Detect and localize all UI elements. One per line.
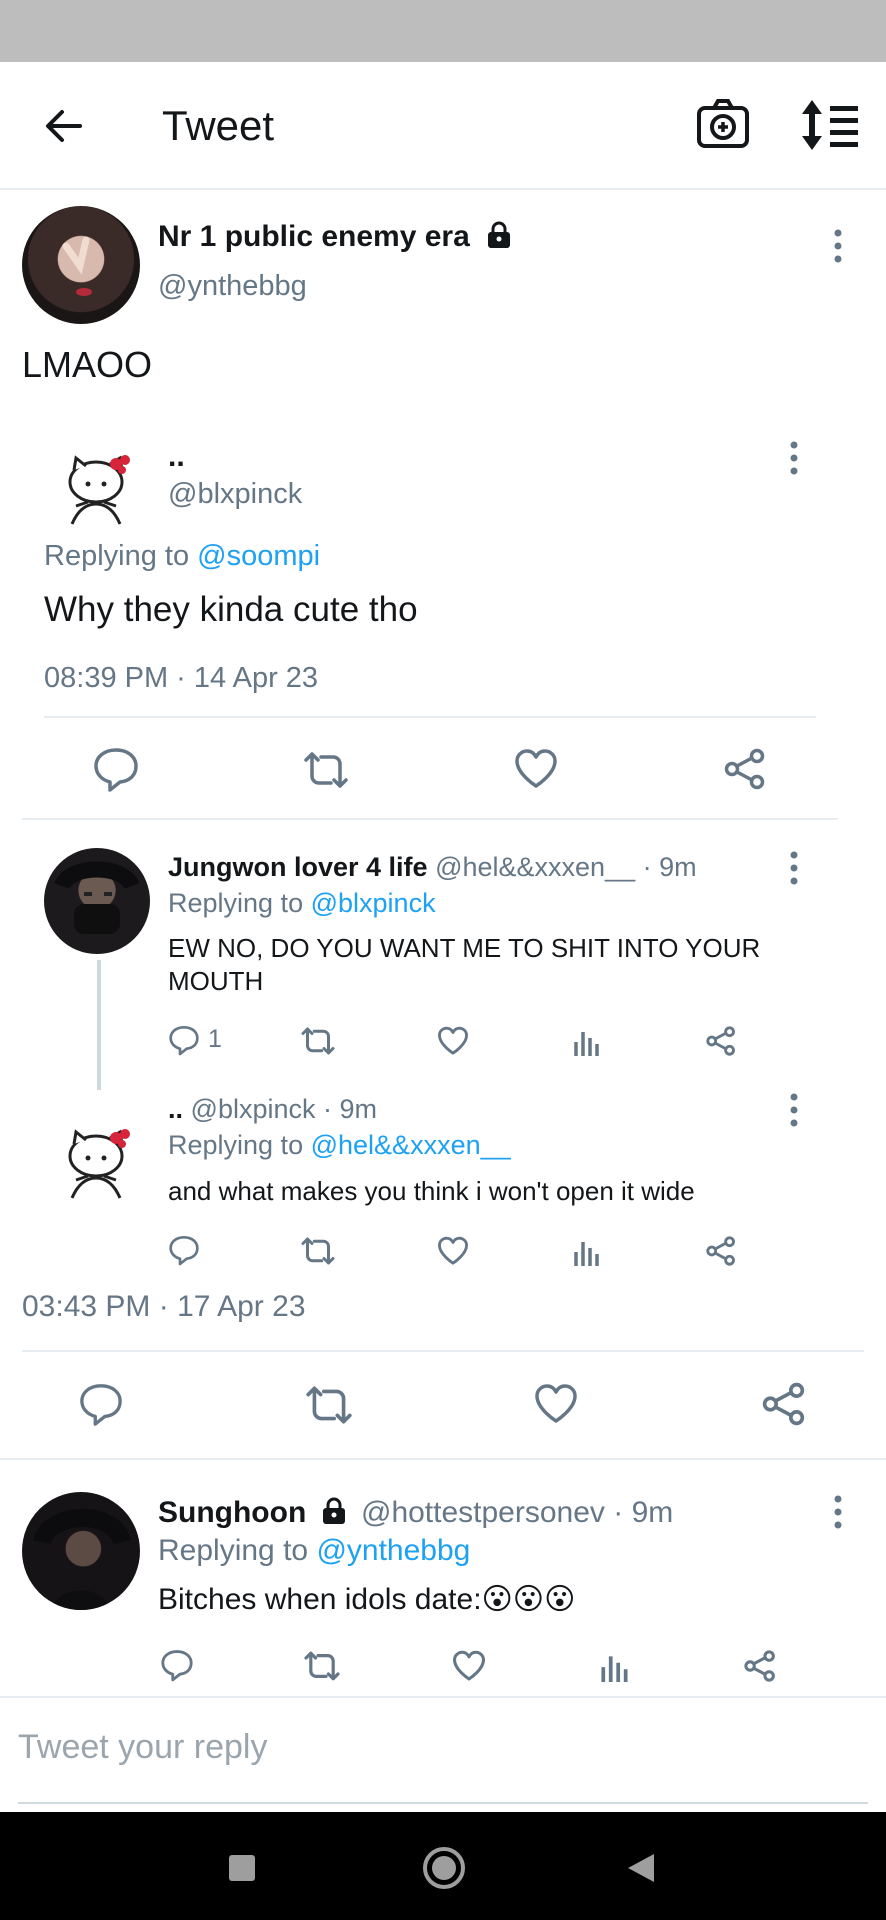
sort-icon[interactable] [800,98,860,152]
like-icon[interactable] [514,748,558,790]
divider [44,716,816,718]
handle[interactable]: @blxpinck [168,478,302,511]
recent-apps-icon[interactable] [228,1854,256,1882]
tweet-text: LMAOO [22,344,153,385]
mention-link[interactable]: @hel&&xxxen__ [311,1130,511,1160]
replying-to-label: Replying to [158,1534,309,1567]
tweet-text: Bitches when idols date:😮😮😮 [158,1583,576,1616]
handle[interactable]: @ynthebbg [158,270,307,303]
reply-icon[interactable] [160,1648,194,1682]
reply-icon[interactable] [78,1382,124,1426]
share-icon[interactable] [762,1382,806,1426]
lock-icon [488,221,511,248]
tweet-text: Why they kinda cute tho [44,590,418,629]
camera-add-icon[interactable] [696,98,750,150]
reply-composer[interactable]: Tweet your reply [0,1696,886,1808]
reply-header: Jungwon lover 4 life @hel&&xxxen__ · 9m [168,852,697,883]
page-title: Tweet [162,102,275,149]
replying-to-label: Replying to [168,1130,304,1160]
replying-to: Replying to @hel&&xxxen__ [168,1130,511,1161]
top-app-bar: Tweet [0,62,886,190]
display-name[interactable]: .. [168,440,185,474]
avatar[interactable] [22,206,140,324]
thread-line [97,960,101,1090]
more-options-icon[interactable] [830,228,846,264]
reply-icon[interactable] [168,1234,200,1266]
more-options-icon[interactable] [786,440,802,476]
like-icon[interactable] [437,1236,469,1266]
retweet-icon[interactable] [302,1650,342,1682]
share-icon[interactable] [744,1650,776,1682]
hello-kitty-avatar[interactable] [58,1122,140,1204]
retweet-icon[interactable] [300,1236,336,1266]
tweet-text: EW NO, DO YOU WANT ME TO SHIT INTO YOUR … [168,933,761,996]
replying-to: Replying to @soompi [44,540,320,573]
like-icon[interactable] [452,1650,486,1682]
display-name-text: Nr 1 public enemy era [158,220,470,253]
hello-kitty-avatar[interactable] [58,448,140,530]
replying-to: Replying to @ynthebbg [158,1534,470,1568]
display-name[interactable]: Jungwon lover 4 life [168,852,428,882]
avatar[interactable] [44,848,150,954]
display-name[interactable]: .. [168,1094,183,1124]
back-arrow-icon[interactable] [40,102,88,150]
divider [22,818,838,820]
more-options-icon[interactable] [786,1092,802,1128]
reply-icon[interactable] [92,746,140,792]
replying-to: Replying to @blxpinck [168,888,436,919]
like-icon[interactable] [534,1382,578,1426]
back-icon[interactable] [624,1852,656,1884]
display-name[interactable]: Sunghoon [158,1496,306,1529]
handle-and-time[interactable]: @hottestpersonev · 9m [361,1496,673,1529]
display-name[interactable]: Nr 1 public enemy era [158,220,514,254]
reply-header: Sunghoon @hottestpersonev · 9m [158,1496,673,1530]
divider [22,1350,864,1352]
mention-link[interactable]: @soompi [197,540,320,572]
handle-and-time[interactable]: @hel&&xxxen__ · 9m [435,852,697,882]
share-icon[interactable] [724,748,766,790]
handle-and-time[interactable]: @blxpinck · 9m [191,1094,377,1124]
more-options-icon[interactable] [830,1494,846,1530]
lock-icon [322,1497,345,1524]
status-bar [0,0,886,62]
replying-to-label: Replying to [168,888,304,918]
retweet-icon[interactable] [302,750,350,790]
reply-input-placeholder[interactable]: Tweet your reply [18,1728,267,1767]
tweet-text: and what makes you think i won't open it… [168,1176,695,1206]
reply-count: 1 [208,1025,222,1053]
mention-link[interactable]: @blxpinck [311,888,436,918]
avatar[interactable] [22,1492,140,1610]
retweet-icon[interactable] [300,1026,336,1056]
home-icon[interactable] [422,1846,466,1890]
system-navigation-bar [0,1812,886,1920]
analytics-icon[interactable] [573,1236,601,1266]
timestamp: 08:39 PM · 14 Apr 23 [44,662,319,694]
share-icon[interactable] [706,1236,736,1266]
timestamp: 03:43 PM · 17 Apr 23 [22,1290,306,1323]
retweet-icon[interactable] [304,1384,354,1426]
like-icon[interactable] [437,1026,469,1056]
share-icon[interactable] [706,1026,736,1056]
mention-link[interactable]: @ynthebbg [316,1534,470,1567]
replying-to-label: Replying to [44,540,190,572]
divider [0,1458,886,1460]
reply-header: .. @blxpinck · 9m [168,1094,377,1125]
composer-underline [18,1802,868,1804]
more-options-icon[interactable] [786,850,802,886]
reply-icon[interactable] [168,1024,200,1056]
analytics-icon[interactable] [600,1650,630,1682]
analytics-icon[interactable] [573,1026,601,1056]
